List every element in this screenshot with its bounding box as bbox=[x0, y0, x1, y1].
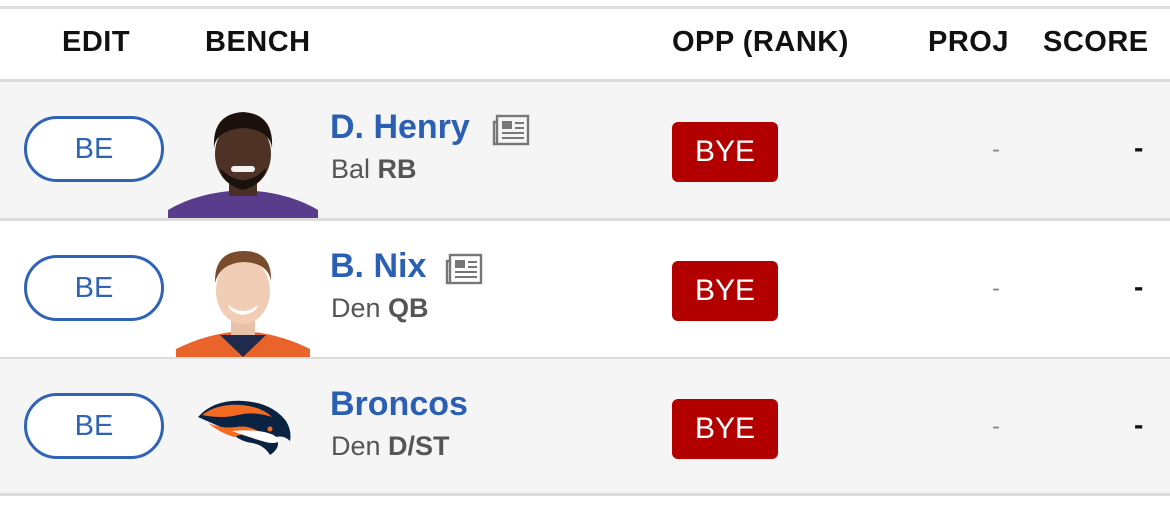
column-header-projection[interactable]: PROJ bbox=[928, 26, 1009, 59]
score-value: - bbox=[1134, 132, 1144, 163]
news-icon[interactable] bbox=[445, 253, 483, 285]
team-position: Den D/ST bbox=[331, 431, 450, 462]
player-team: Den bbox=[331, 293, 381, 323]
player-position: D/ST bbox=[388, 431, 450, 461]
score-value: - bbox=[1134, 409, 1144, 440]
projection-value: - bbox=[992, 275, 1000, 302]
team-abbrev: Den bbox=[331, 431, 381, 461]
column-header-bench: BENCH bbox=[205, 26, 311, 58]
player-team-position: Den QB bbox=[331, 293, 429, 324]
slot-button[interactable]: BE bbox=[24, 255, 164, 321]
player-position: QB bbox=[388, 293, 429, 323]
column-header-opponent[interactable]: OPP (RANK) bbox=[672, 26, 849, 59]
top-divider bbox=[0, 0, 1170, 9]
opponent-badge: BYE bbox=[672, 399, 778, 459]
roster-table-header: EDIT BENCH OPP (RANK) PROJ SCORE bbox=[0, 9, 1170, 82]
broncos-logo-icon bbox=[192, 395, 296, 461]
player-team: Bal bbox=[331, 154, 371, 184]
player-headshot bbox=[168, 245, 318, 357]
slot-button[interactable]: BE bbox=[24, 393, 164, 459]
slot-button[interactable]: BE bbox=[24, 116, 164, 182]
news-icon[interactable] bbox=[492, 114, 530, 146]
projection-value: - bbox=[992, 136, 1000, 163]
player-team-position: Bal RB bbox=[331, 154, 417, 185]
table-row: BE Broncos Den D/ST BYE - - bbox=[0, 359, 1170, 496]
player-position: RB bbox=[377, 154, 417, 184]
projection-value: - bbox=[992, 413, 1000, 440]
player-name-link[interactable]: D. Henry bbox=[330, 108, 470, 147]
score-value: - bbox=[1134, 271, 1144, 302]
player-headshot bbox=[168, 106, 318, 218]
table-row: BE B. Nix Den QB BYE - - bbox=[0, 221, 1170, 360]
opponent-badge: BYE bbox=[672, 122, 778, 182]
column-header-edit: EDIT bbox=[62, 26, 131, 58]
table-row: BE D. Henry Bal RB BYE - - bbox=[0, 82, 1170, 221]
player-name-link[interactable]: B. Nix bbox=[330, 247, 426, 286]
team-name-link[interactable]: Broncos bbox=[330, 385, 468, 424]
column-header-score[interactable]: SCORE bbox=[1043, 26, 1149, 59]
opponent-badge: BYE bbox=[672, 261, 778, 321]
